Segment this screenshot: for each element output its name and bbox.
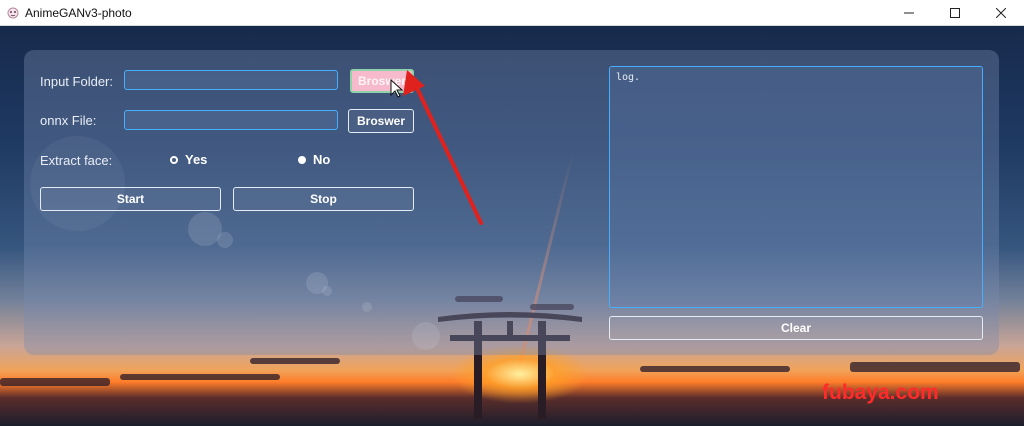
maximize-icon <box>950 8 960 18</box>
log-text: log. <box>616 72 641 83</box>
input-folder-field[interactable] <box>124 70 338 90</box>
start-button[interactable]: Start <box>40 187 221 211</box>
extract-face-no-radio[interactable]: No <box>298 152 330 167</box>
maximize-button[interactable] <box>932 0 978 26</box>
clear-button[interactable]: Clear <box>609 316 983 340</box>
cloud <box>120 374 280 380</box>
watermark-text: fubaya.com <box>822 381 939 404</box>
extract-face-label: Extract face: <box>40 153 113 168</box>
radio-checked-icon <box>298 155 306 164</box>
cloud <box>640 366 790 372</box>
cloud <box>250 358 340 364</box>
title-bar: AnimeGANv3-photo <box>0 0 1024 26</box>
window-controls <box>886 0 1024 26</box>
app-icon <box>7 7 19 18</box>
onnx-file-browse-button[interactable]: Broswer <box>348 109 414 133</box>
cloud <box>0 378 110 386</box>
input-folder-label: Input Folder: <box>40 74 113 89</box>
minimize-icon <box>904 12 914 14</box>
radio-yes-label: Yes <box>185 152 208 167</box>
minimize-button[interactable] <box>886 0 932 26</box>
window-title: AnimeGANv3-photo <box>25 5 132 20</box>
log-textarea[interactable]: log. <box>609 66 983 308</box>
radio-unchecked-icon <box>170 155 178 164</box>
stop-button[interactable]: Stop <box>233 187 414 211</box>
onnx-file-label: onnx File: <box>40 113 97 128</box>
cloud <box>850 362 1020 372</box>
onnx-file-field[interactable] <box>124 110 338 130</box>
radio-no-label: No <box>313 152 331 167</box>
extract-face-yes-radio[interactable]: Yes <box>170 152 207 167</box>
input-folder-browse-button[interactable]: Broswer <box>350 69 414 93</box>
close-button[interactable] <box>978 0 1024 26</box>
close-icon <box>996 8 1006 18</box>
